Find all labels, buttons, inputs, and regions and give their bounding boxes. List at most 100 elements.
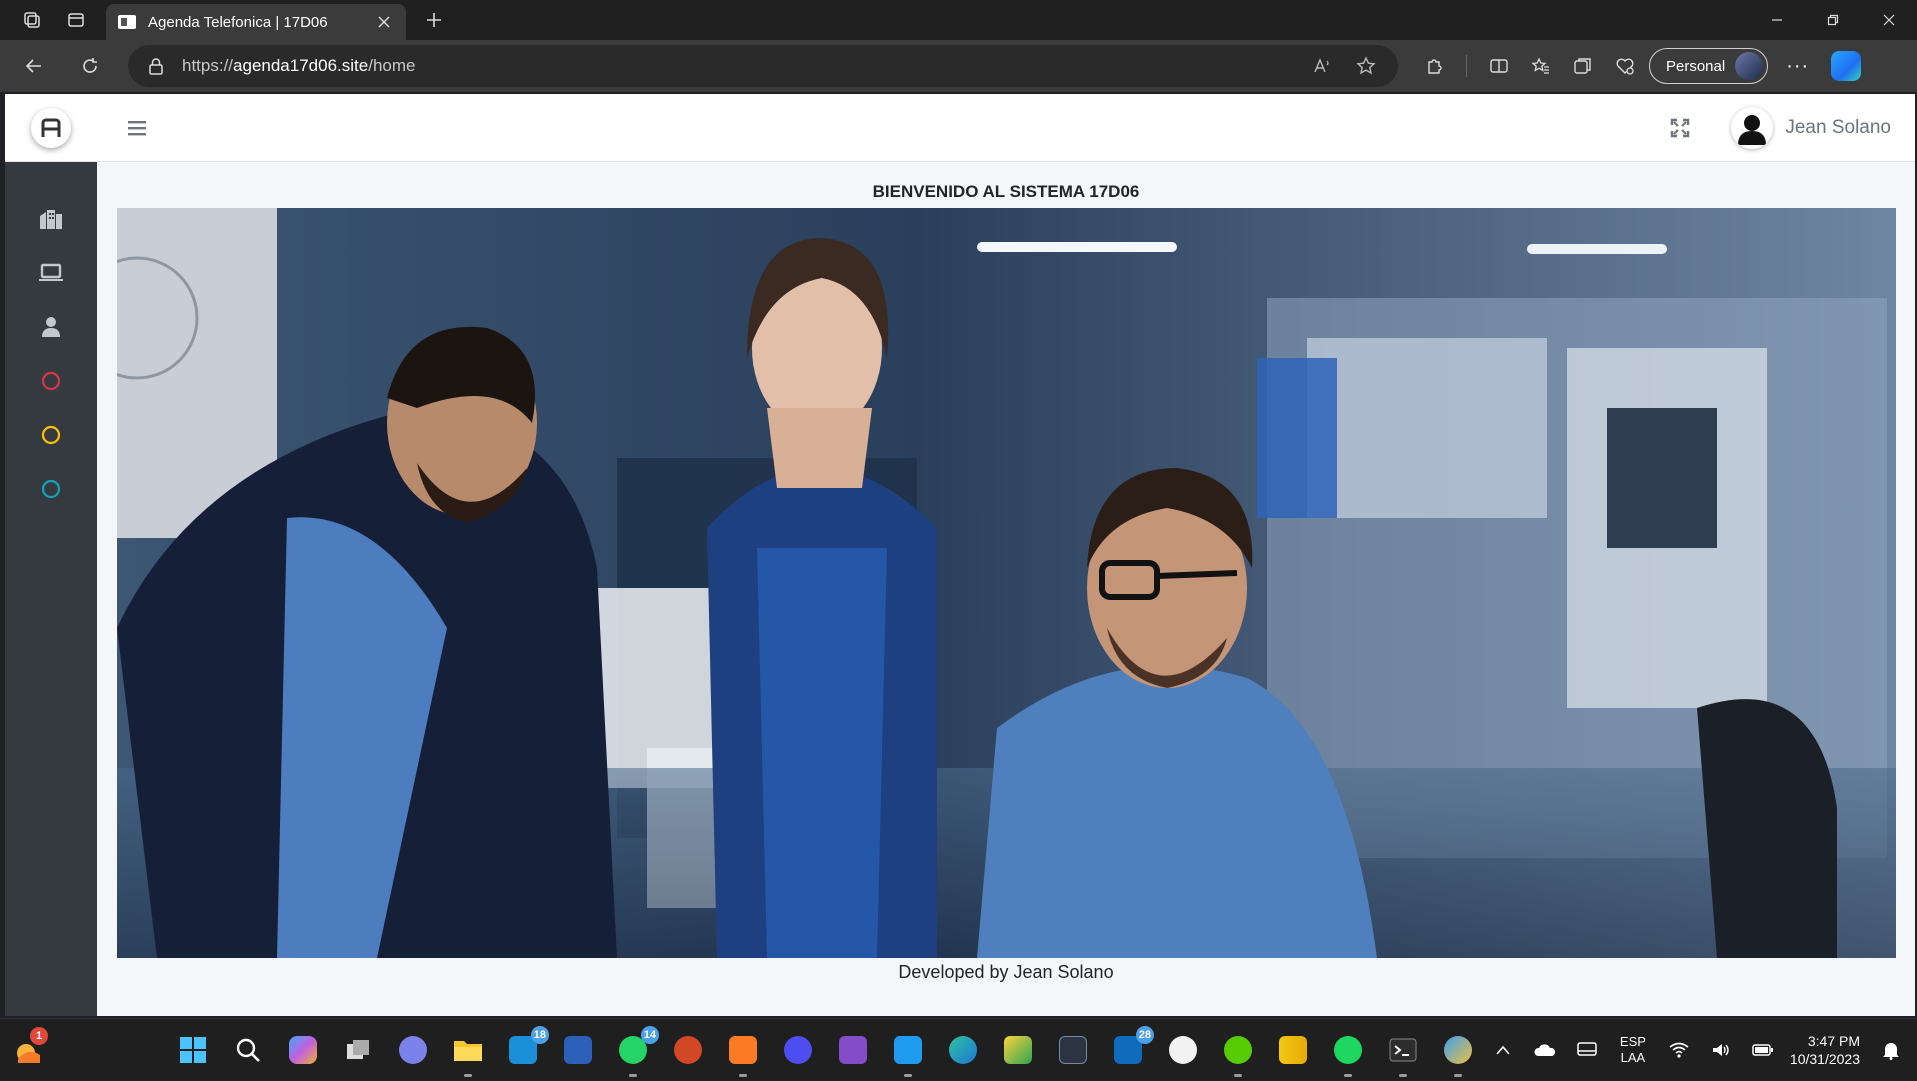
close-tab-icon[interactable] — [374, 12, 394, 32]
back-arrow-icon[interactable] — [14, 46, 54, 86]
mail-badge: 18 — [530, 1026, 549, 1044]
teams-chat-icon[interactable] — [395, 1032, 431, 1068]
paint-app-icon[interactable] — [1440, 1032, 1476, 1077]
top-navbar: Jean Solano — [97, 94, 1915, 162]
user-avatar[interactable] — [1731, 106, 1774, 149]
user-name[interactable]: Jean Solano — [1785, 117, 1891, 139]
sidebar-item-users[interactable] — [5, 300, 97, 354]
hamburger-menu-icon[interactable] — [125, 116, 149, 140]
database-app-icon[interactable] — [1055, 1032, 1091, 1068]
sidebar-item-buildings[interactable] — [5, 192, 97, 246]
terminal-icon[interactable] — [1385, 1032, 1421, 1077]
start-button[interactable] — [175, 1032, 211, 1068]
emoji-app-icon[interactable] — [1165, 1032, 1201, 1068]
display-icon[interactable] — [1575, 1038, 1599, 1062]
clock[interactable]: 3:47 PM 10/31/2023 — [1790, 1032, 1860, 1068]
clock-time: 3:47 PM — [1807, 1033, 1860, 1049]
photo-app-icon[interactable] — [1000, 1032, 1036, 1068]
power-bi-icon[interactable] — [1275, 1032, 1311, 1068]
task-view-icon[interactable] — [340, 1032, 376, 1068]
windows-taskbar: 1 18 14 28 ESP LAA 3:47 PM 10/31/2023 — [0, 1018, 1917, 1080]
more-options-icon[interactable]: ··· — [1786, 55, 1809, 78]
lock-icon[interactable] — [148, 57, 164, 75]
sidebar-nav — [5, 162, 97, 516]
mail-icon[interactable]: 18 — [505, 1026, 549, 1068]
read-aloud-icon[interactable] — [1312, 56, 1332, 76]
outlook-icon[interactable]: 28 — [1110, 1026, 1154, 1068]
circle-icon — [40, 424, 62, 446]
copilot-preview-icon[interactable] — [285, 1032, 321, 1068]
browser-toolbar: https://agenda17d06.site/home Personal ·… — [0, 40, 1917, 92]
spotify-icon[interactable] — [1330, 1032, 1366, 1077]
weather-widget-icon[interactable]: 1 — [12, 1027, 48, 1067]
xampp-icon[interactable] — [725, 1032, 761, 1077]
wifi-icon[interactable] — [1667, 1038, 1691, 1062]
url-scheme: https:// — [182, 56, 234, 75]
extensions-icon[interactable] — [1424, 56, 1444, 76]
circle-icon — [40, 478, 62, 500]
word-icon[interactable] — [560, 1032, 596, 1068]
main-content: BIENVENIDO AL SISTEMA 17D06 Developed by… — [97, 162, 1915, 1016]
favorite-star-icon[interactable] — [1356, 56, 1376, 76]
app-logo-icon[interactable] — [31, 107, 71, 148]
whatsapp-icon[interactable]: 14 — [615, 1026, 659, 1077]
user-icon — [40, 316, 62, 338]
laptop-icon — [38, 263, 64, 283]
favorites-icon[interactable] — [1531, 56, 1551, 76]
close-window-icon[interactable] — [1861, 0, 1917, 40]
sidebar-item-devices[interactable] — [5, 246, 97, 300]
volume-icon[interactable] — [1709, 1038, 1733, 1062]
vscode-icon[interactable] — [890, 1032, 926, 1077]
minimize-icon[interactable] — [1749, 0, 1805, 40]
copilot-icon[interactable] — [1831, 51, 1862, 81]
active-browser-tab[interactable]: Agenda Telefonica | 17D06 — [106, 4, 406, 40]
profile-avatar — [1735, 52, 1764, 80]
outlook-badge: 28 — [1135, 1026, 1154, 1044]
language-line-2: LAA — [1620, 1050, 1646, 1065]
tab-actions-icon[interactable] — [56, 0, 96, 40]
collections-icon[interactable] — [1573, 56, 1593, 76]
browser-tab-strip: Agenda Telefonica | 17D06 — [0, 0, 1917, 40]
url-text[interactable]: https://agenda17d06.site/home — [182, 56, 415, 76]
new-tab-icon[interactable] — [414, 0, 454, 40]
address-bar[interactable]: https://agenda17d06.site/home — [128, 45, 1398, 87]
file-explorer-icon[interactable] — [450, 1032, 486, 1077]
web-page: Jean Solano BIENVENIDO AL SISTEMA 17D06 — [5, 94, 1915, 1016]
sidebar-item-cyan-circle[interactable] — [5, 462, 97, 516]
taskbar-apps: 18 14 28 — [175, 1019, 1476, 1081]
sidebar-item-yellow-circle[interactable] — [5, 408, 97, 462]
powerpoint-icon[interactable] — [670, 1032, 706, 1068]
footer-credit: Developed by Jean Solano — [898, 962, 1114, 982]
whatsapp-badge: 14 — [640, 1026, 659, 1044]
site-favicon-icon — [118, 15, 136, 29]
language-indicator[interactable]: ESP LAA — [1620, 1034, 1646, 1066]
network-app-icon[interactable] — [780, 1032, 816, 1068]
edge-browser-icon[interactable] — [945, 1032, 981, 1068]
sidebar-item-red-circle[interactable] — [5, 354, 97, 408]
hero-office-team-image — [117, 208, 1896, 958]
fullscreen-expand-icon[interactable] — [1667, 115, 1693, 141]
show-hidden-icons-chevron-icon[interactable] — [1491, 1038, 1515, 1062]
sidebar — [5, 94, 97, 1016]
workspaces-icon[interactable] — [12, 0, 52, 40]
battery-plug-icon[interactable] — [1751, 1038, 1775, 1062]
duolingo-icon[interactable] — [1220, 1032, 1256, 1077]
visual-studio-icon[interactable] — [835, 1032, 871, 1068]
url-host: agenda17d06.site — [233, 56, 369, 75]
welcome-heading: BIENVENIDO AL SISTEMA 17D06 — [872, 182, 1140, 201]
system-tray: ESP LAA 3:47 PM 10/31/2023 — [1482, 1019, 1917, 1081]
refresh-icon[interactable] — [70, 46, 110, 86]
language-line-1: ESP — [1619, 1034, 1646, 1049]
profile-label: Personal — [1666, 57, 1726, 75]
window-controls — [1749, 0, 1917, 40]
weather-badge: 1 — [30, 1027, 48, 1045]
profile-button[interactable]: Personal — [1649, 48, 1769, 84]
search-icon[interactable] — [230, 1032, 266, 1068]
onedrive-cloud-icon[interactable] — [1533, 1038, 1557, 1062]
building-icon — [38, 208, 64, 230]
notifications-bell-icon[interactable] — [1879, 1038, 1903, 1062]
restore-icon[interactable] — [1805, 0, 1861, 40]
brand-logo-area[interactable] — [5, 94, 97, 162]
split-screen-icon[interactable] — [1489, 56, 1509, 76]
browser-essentials-icon[interactable] — [1615, 56, 1635, 76]
